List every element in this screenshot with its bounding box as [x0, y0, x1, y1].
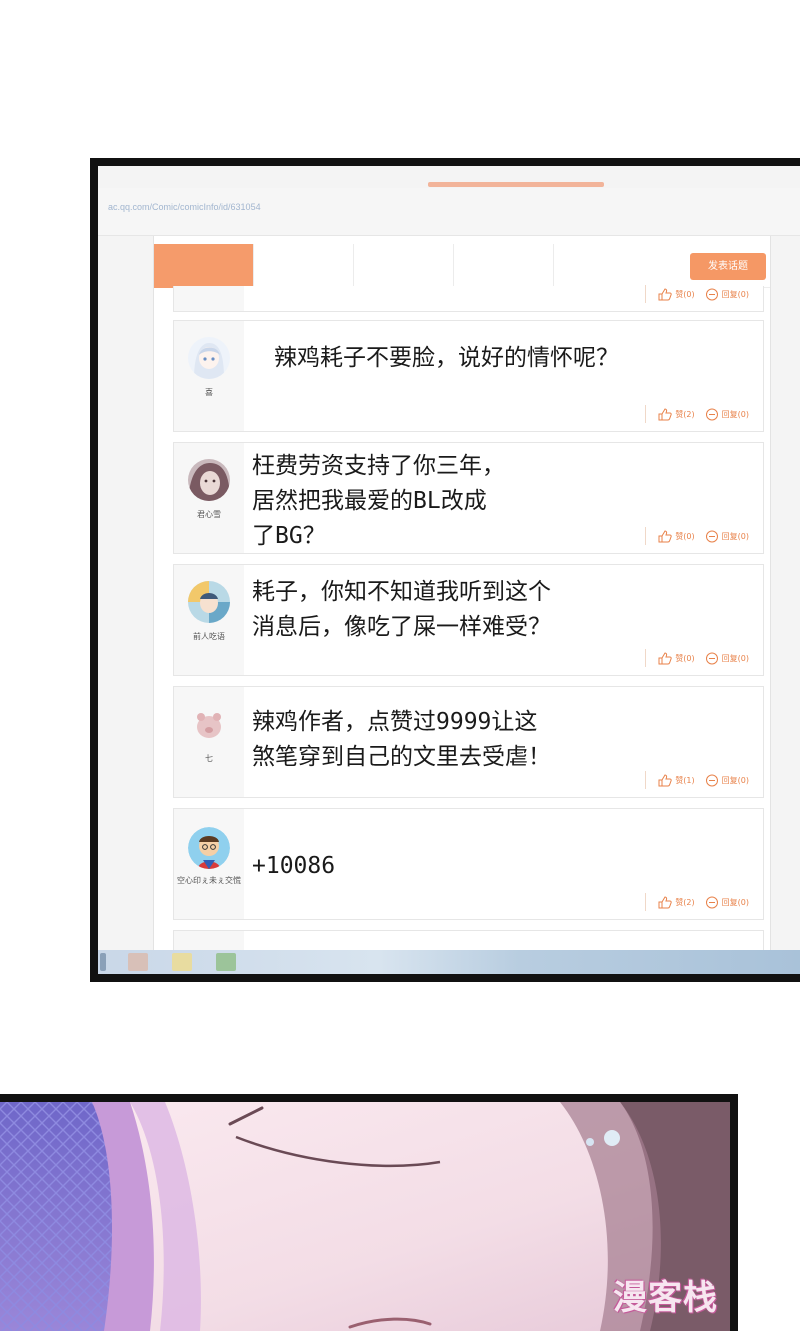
address-bar[interactable]: ac.qq.com/Comic/comicInfo/id/631054 [98, 188, 800, 236]
reply-button[interactable]: 回复(0) [705, 896, 749, 909]
speech-bubble-icon [705, 288, 718, 300]
comment-page: 发表话题 赞(0) 回复(0) 喜 辣鸡耗子不要脸，说好的情怀呢？ 赞(2) 回… [153, 236, 771, 960]
reply-button[interactable]: 回复(0) [705, 288, 749, 301]
girl-portrait-avatar-icon [188, 459, 230, 501]
taskbar [98, 950, 800, 974]
url-text: ac.qq.com/Comic/comicInfo/id/631054 [108, 202, 261, 212]
avatar-column: 七 [174, 687, 244, 797]
reply-count: 回复(0) [721, 289, 749, 299]
thumbs-up-icon [658, 287, 673, 300]
like-button[interactable]: 赞(0) [658, 651, 695, 665]
comment-text: 耗子，你知不知道我听到这个 消息后，像吃了屎一样难受？ [252, 579, 551, 640]
reply-button[interactable]: 回复(0) [705, 652, 749, 665]
like-count: 赞(1) [675, 775, 695, 785]
active-browser-tab[interactable] [428, 182, 604, 187]
avatar-column: 前人吃语 [174, 565, 244, 675]
reply-button[interactable]: 回复(0) [705, 408, 749, 421]
comic-art-panel: 漫客栈 [0, 1094, 738, 1331]
avatar-column: 君心雪 [174, 443, 244, 553]
tab-4[interactable] [454, 244, 554, 288]
app-avatar-icon[interactable] [128, 953, 148, 971]
comment-actions: 赞(0) 回复(0) [645, 527, 749, 545]
comment-actions: 赞(2) 回复(0) [645, 405, 749, 423]
comment-card: 七 辣鸡作者，点赞过9999让这 煞笔穿到自己的文里去受虐！ 赞(1) 回复(0… [173, 686, 764, 798]
notepad-icon[interactable] [172, 953, 192, 971]
reply-button[interactable]: 回复(0) [705, 530, 749, 543]
comment-text: 辣鸡作者，点赞过9999让这 煞笔穿到自己的文里去受虐！ [252, 709, 551, 770]
username[interactable]: 七 [174, 753, 244, 764]
like-button[interactable]: 赞(0) [658, 287, 695, 301]
colorful-avatar-icon [188, 581, 230, 623]
avatar-column: 空心印ぇ未ぇ交慌 [174, 809, 244, 919]
reply-count: 回复(0) [721, 775, 749, 785]
like-button[interactable]: 赞(2) [658, 895, 695, 909]
comment-text: 辣鸡耗子不要脸，说好的情怀呢？ [274, 345, 619, 371]
comment-card: 空心印ぇ未ぇ交慌 +10086 赞(2) 回复(0) [173, 808, 764, 920]
comment-text: +10086 [252, 853, 336, 879]
reply-button[interactable]: 回复(0) [705, 774, 749, 787]
comment-card: 喜 辣鸡耗子不要脸，说好的情怀呢？ 赞(2) 回复(0) [173, 320, 764, 432]
reply-count: 回复(0) [721, 897, 749, 907]
like-count: 赞(0) [675, 531, 695, 541]
comment-actions: 赞(0) 回复(0) [645, 649, 749, 667]
comment-text: 枉费劳资支持了你三年， 居然把我最爱的BL改成 了BG？ [252, 453, 505, 549]
like-count: 赞(0) [675, 289, 695, 299]
avatar-column: 喜 [174, 321, 244, 431]
thumbs-up-icon [658, 407, 673, 420]
browser-window: ac.qq.com/Comic/comicInfo/id/631054 发表话题… [98, 166, 800, 974]
thumbs-up-icon [658, 773, 673, 786]
speech-bubble-icon [705, 408, 718, 420]
start-icon[interactable] [100, 953, 106, 971]
reply-count: 回复(0) [721, 409, 749, 419]
avatar[interactable] [188, 337, 230, 379]
reply-count: 回复(0) [721, 531, 749, 541]
like-button[interactable]: 赞(1) [658, 773, 695, 787]
thumbs-up-icon [658, 895, 673, 908]
tab-2[interactable] [254, 244, 354, 288]
speech-bubble-icon [705, 774, 718, 786]
like-count: 赞(2) [675, 897, 695, 907]
closed-eye-closeup-illustration: 漫客栈 [0, 1102, 730, 1331]
speech-bubble-icon [705, 896, 718, 908]
avatar[interactable] [188, 459, 230, 501]
username[interactable]: 前人吃语 [174, 631, 244, 642]
thumbs-up-icon [658, 529, 673, 542]
pig-avatar-icon [188, 703, 230, 745]
speech-bubble-icon [705, 530, 718, 542]
comment-actions: 赞(1) 回复(0) [645, 771, 749, 789]
comment-card: 君心雪 枉费劳资支持了你三年， 居然把我最爱的BL改成 了BG？ 赞(0) 回复… [173, 442, 764, 554]
like-button[interactable]: 赞(0) [658, 529, 695, 543]
reply-count: 回复(0) [721, 653, 749, 663]
avatar-column [174, 286, 244, 311]
comment-card-partial: 赞(0) 回复(0) [173, 285, 764, 312]
post-topic-button[interactable]: 发表话题 [690, 253, 766, 280]
avatar[interactable] [188, 581, 230, 623]
tab-active[interactable] [154, 244, 254, 288]
tab-3[interactable] [354, 244, 454, 288]
page-tab-bar: 发表话题 [154, 244, 770, 288]
speech-bubble-icon [705, 652, 718, 664]
username[interactable]: 君心雪 [174, 509, 244, 520]
comment-actions: 赞(0) 回复(0) [645, 285, 749, 303]
avatar[interactable] [188, 703, 230, 745]
comment-card: 前人吃语 耗子，你知不知道我听到这个 消息后，像吃了屎一样难受？ 赞(0) 回复… [173, 564, 764, 676]
username[interactable]: 喜 [174, 387, 244, 398]
cartoon-boy-avatar-icon [188, 827, 230, 869]
username[interactable]: 空心印ぇ未ぇ交慌 [174, 875, 244, 886]
girl-avatar-icon [188, 337, 230, 379]
comment-actions: 赞(2) 回复(0) [645, 893, 749, 911]
avatar[interactable] [188, 827, 230, 869]
like-button[interactable]: 赞(2) [658, 407, 695, 421]
watermark-logo: 漫客栈 [613, 1278, 718, 1318]
like-count: 赞(2) [675, 409, 695, 419]
like-count: 赞(0) [675, 653, 695, 663]
thumbs-up-icon [658, 651, 673, 664]
browser-screenshot-panel: ac.qq.com/Comic/comicInfo/id/631054 发表话题… [90, 158, 800, 982]
document-icon[interactable] [216, 953, 236, 971]
